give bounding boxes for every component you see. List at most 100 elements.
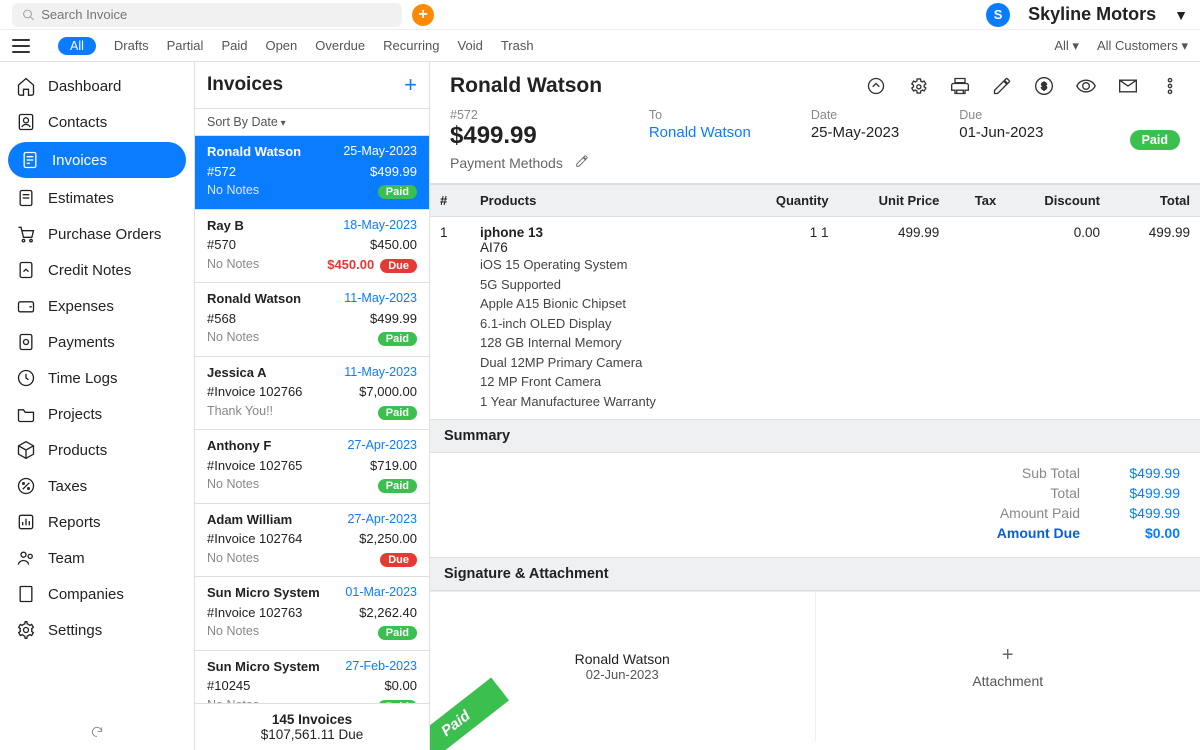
sidebar-item-payments[interactable]: Payments bbox=[0, 324, 194, 360]
payment-icon[interactable]: $ bbox=[1034, 76, 1054, 96]
view-icon[interactable] bbox=[1076, 76, 1096, 96]
search-box[interactable] bbox=[12, 3, 402, 27]
search-input[interactable] bbox=[41, 7, 392, 22]
invoice-list-item[interactable]: Ronald Watson25-May-2023#572$499.99No No… bbox=[195, 136, 429, 210]
attachment-dropzone[interactable]: + Attachment bbox=[816, 592, 1200, 741]
filter-void[interactable]: Void bbox=[458, 38, 483, 53]
org-avatar[interactable]: S bbox=[986, 3, 1010, 27]
filter-open[interactable]: Open bbox=[265, 38, 297, 53]
topbar: + S Skyline Motors ▼ bbox=[0, 0, 1200, 30]
sidebar-item-taxes[interactable]: Taxes bbox=[0, 468, 194, 504]
invoice-list-item[interactable]: Ronald Watson11-May-2023#568$499.99No No… bbox=[195, 283, 429, 357]
sidebar-item-time-logs[interactable]: Time Logs bbox=[0, 360, 194, 396]
filter-all[interactable]: All bbox=[58, 37, 96, 55]
subtotal-value: $499.99 bbox=[1110, 465, 1180, 481]
plus-icon: + bbox=[1002, 644, 1014, 667]
date-value: 25-May-2023 bbox=[811, 124, 899, 141]
gear-icon bbox=[16, 620, 36, 640]
filter-drafts[interactable]: Drafts bbox=[114, 38, 149, 53]
invoice-list-item[interactable]: Anthony F27-Apr-2023#Invoice 102765$719.… bbox=[195, 430, 429, 504]
org-chevron-icon[interactable]: ▼ bbox=[1174, 7, 1188, 23]
invoice-list-item[interactable]: Adam William27-Apr-2023#Invoice 102764$2… bbox=[195, 504, 429, 578]
filter-overdue[interactable]: Overdue bbox=[315, 38, 365, 53]
date-label: Date bbox=[811, 108, 899, 122]
line-qty: 1 1 bbox=[739, 217, 839, 420]
sidebar-item-products[interactable]: Products bbox=[0, 432, 194, 468]
filter-bar: All Drafts Partial Paid Open Overdue Rec… bbox=[0, 30, 1200, 62]
invoice-number: #572 bbox=[450, 108, 589, 122]
attachment-label: Attachment bbox=[972, 673, 1043, 689]
add-button[interactable]: + bbox=[412, 4, 434, 26]
print-icon[interactable] bbox=[950, 76, 970, 96]
invoice-list[interactable]: Ronald Watson25-May-2023#572$499.99No No… bbox=[195, 136, 429, 703]
sidebar-item-settings[interactable]: Settings bbox=[0, 612, 194, 648]
collapse-icon[interactable] bbox=[866, 76, 886, 96]
due-value: 01-Jun-2023 bbox=[959, 124, 1043, 141]
sidebar-item-team[interactable]: Team bbox=[0, 540, 194, 576]
invoice-list-item[interactable]: Jessica A11-May-2023#Invoice 102766$7,00… bbox=[195, 357, 429, 431]
sidebar-item-label: Expenses bbox=[48, 298, 114, 315]
sidebar-item-label: Team bbox=[48, 550, 85, 567]
sort-dropdown[interactable]: Sort By Date bbox=[195, 109, 429, 136]
product-name: iphone 13 bbox=[480, 225, 729, 240]
col-num: # bbox=[430, 185, 470, 217]
filter-paid[interactable]: Paid bbox=[221, 38, 247, 53]
sidebar: Dashboard Contacts Invoices Estimates Pu… bbox=[0, 62, 195, 750]
product-sku: AI76 bbox=[480, 240, 729, 255]
add-invoice-button[interactable]: + bbox=[404, 72, 417, 98]
sidebar-item-dashboard[interactable]: Dashboard bbox=[0, 68, 194, 104]
sidebar-item-label: Projects bbox=[48, 406, 102, 423]
col-discount: Discount bbox=[1006, 185, 1110, 217]
sidebar-item-credit-notes[interactable]: Credit Notes bbox=[0, 252, 194, 288]
filter-scope[interactable]: All ▾ bbox=[1054, 38, 1079, 54]
sidebar-item-label: Taxes bbox=[48, 478, 87, 495]
sidebar-item-estimates[interactable]: Estimates bbox=[0, 180, 194, 216]
list-footer: 145 Invoices $107,561.11 Due bbox=[195, 703, 429, 750]
contacts-icon bbox=[16, 112, 36, 132]
sidebar-item-label: Contacts bbox=[48, 114, 107, 131]
edit-payment-icon[interactable] bbox=[575, 154, 589, 171]
invoice-list-item[interactable]: Sun Micro System01-Mar-2023#Invoice 1027… bbox=[195, 577, 429, 651]
menu-icon[interactable] bbox=[12, 39, 30, 53]
wallet-icon bbox=[16, 296, 36, 316]
sidebar-item-contacts[interactable]: Contacts bbox=[0, 104, 194, 140]
refresh-icon[interactable] bbox=[90, 725, 104, 742]
filter-partial[interactable]: Partial bbox=[167, 38, 204, 53]
sidebar-item-label: Settings bbox=[48, 622, 102, 639]
email-icon[interactable] bbox=[1118, 76, 1138, 96]
sidebar-item-label: Purchase Orders bbox=[48, 226, 161, 243]
invoice-detail: Ronald Watson $ #572 $499.99 Payment Met… bbox=[430, 62, 1200, 750]
sidebar-item-companies[interactable]: Companies bbox=[0, 576, 194, 612]
list-title: Invoices bbox=[207, 74, 283, 96]
sidebar-item-reports[interactable]: Reports bbox=[0, 504, 194, 540]
sidebar-item-label: Reports bbox=[48, 514, 101, 531]
payments-icon bbox=[16, 332, 36, 352]
sidebar-item-label: Companies bbox=[48, 586, 124, 603]
box-icon bbox=[16, 440, 36, 460]
invoice-icon bbox=[20, 150, 40, 170]
percent-icon bbox=[16, 476, 36, 496]
filter-customers[interactable]: All Customers ▾ bbox=[1097, 38, 1188, 54]
invoice-list-item[interactable]: Sun Micro System27-Feb-2023#10245$0.00No… bbox=[195, 651, 429, 704]
folder-icon bbox=[16, 404, 36, 424]
cart-icon bbox=[16, 224, 36, 244]
due-label: Due bbox=[959, 108, 1043, 122]
filter-recurring[interactable]: Recurring bbox=[383, 38, 439, 53]
sidebar-item-label: Credit Notes bbox=[48, 262, 131, 279]
due-value: $0.00 bbox=[1110, 525, 1180, 541]
edit-icon[interactable] bbox=[992, 76, 1012, 96]
to-name[interactable]: Ronald Watson bbox=[649, 124, 751, 141]
estimate-icon bbox=[16, 188, 36, 208]
payment-methods-label: Payment Methods bbox=[450, 155, 563, 171]
chart-icon bbox=[16, 512, 36, 532]
to-label: To bbox=[649, 108, 751, 122]
sidebar-item-invoices[interactable]: Invoices bbox=[8, 142, 186, 178]
org-name[interactable]: Skyline Motors bbox=[1028, 4, 1156, 25]
more-icon[interactable] bbox=[1160, 76, 1180, 96]
sidebar-item-expenses[interactable]: Expenses bbox=[0, 288, 194, 324]
gear-icon[interactable] bbox=[908, 76, 928, 96]
filter-trash[interactable]: Trash bbox=[501, 38, 534, 53]
sidebar-item-purchase-orders[interactable]: Purchase Orders bbox=[0, 216, 194, 252]
sidebar-item-projects[interactable]: Projects bbox=[0, 396, 194, 432]
invoice-list-item[interactable]: Ray B18-May-2023#570$450.00No Notes$450.… bbox=[195, 210, 429, 284]
